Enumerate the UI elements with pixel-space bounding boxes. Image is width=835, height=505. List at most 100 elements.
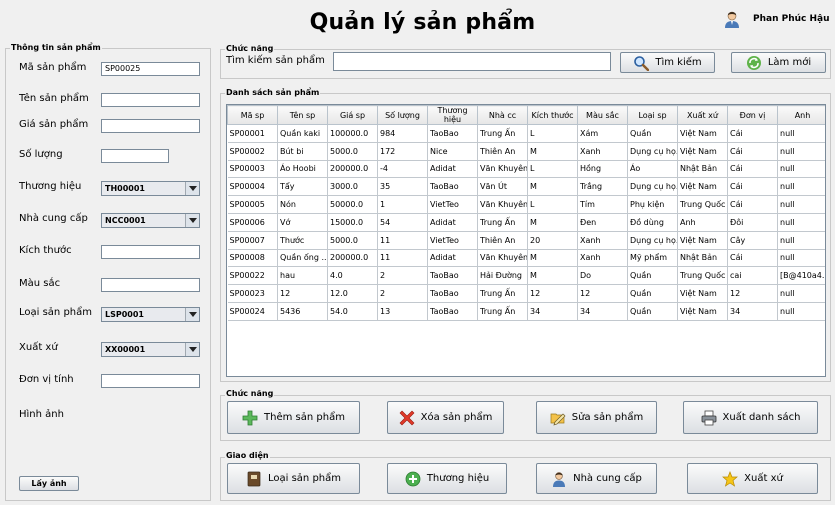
column-header[interactable]: Kích thước [527,105,578,125]
table-cell[interactable]: 35 [377,177,428,197]
kich-thuoc-field[interactable] [101,245,200,259]
table-cell[interactable]: Anh [677,213,728,232]
table-cell[interactable]: 3000.0 [327,177,378,197]
chevron-down-icon[interactable] [185,343,199,356]
table-cell[interactable]: SP00003 [227,160,278,179]
column-header[interactable]: Xuất xứ [677,105,728,125]
table-cell[interactable]: cai [727,266,778,286]
table-cell[interactable]: Đen [577,213,628,232]
table-cell[interactable]: Trung Ấn [477,124,528,143]
table-cell[interactable]: 2 [377,266,428,286]
table-cell[interactable]: 12 [727,284,778,303]
table-row[interactable]: SP00002 Bút bi 5000.0 172 Nice Thiên An M Xanh D… [227,142,825,161]
table-cell[interactable]: 13 [377,302,428,321]
table-cell[interactable]: TaoBao [427,266,478,286]
table-cell[interactable]: Trung Ấn [477,284,528,303]
table-cell[interactable]: 20 [527,231,578,250]
table-cell[interactable]: Do [577,266,628,286]
table-cell[interactable]: 5000.0 [327,142,378,161]
table-cell[interactable]: Quần [627,284,678,303]
table-cell[interactable]: Trung Ấn [477,302,528,321]
table-cell[interactable]: 50000.0 [327,195,378,214]
table-cell[interactable]: Adidat [427,160,478,179]
table-row[interactable]: SP00008 Quần ống ... 200000.0 11 Adidat Văn K… [227,249,825,268]
table-cell[interactable]: Dụng cụ họ... [627,231,678,250]
table-cell[interactable]: null [777,142,825,161]
table-cell[interactable]: null [777,160,825,179]
table-cell[interactable]: Thiên An [477,231,528,250]
table-cell[interactable]: SP00024 [227,302,278,321]
table-cell[interactable]: 200000.0 [327,160,378,179]
table-cell[interactable]: hau [277,266,328,286]
table-cell[interactable]: Tẩy [277,177,328,197]
table-cell[interactable]: Trung Ấn [477,213,528,232]
table-cell[interactable]: Thiên An [477,142,528,161]
table-row[interactable]: SP00005 Nón 50000.0 1 VietTeo Văn Khuyên L Tím P… [227,195,825,214]
table-row[interactable]: SP00023 12 12.0 2 TaoBao Trung Ấn 12 12 Quần Việt… [227,284,825,303]
table-cell[interactable]: M [527,213,578,232]
table-cell[interactable]: [B@410a4... [777,266,825,286]
table-cell[interactable]: Hồng [577,160,628,179]
table-cell[interactable]: SP00007 [227,231,278,250]
delete-product-button[interactable]: Xóa sản phẩm [387,401,504,434]
table-cell[interactable]: 34 [577,302,628,321]
table-cell[interactable]: TaoBao [427,284,478,303]
table-cell[interactable]: 34 [727,302,778,321]
table-row[interactable]: SP00007 Thước 5000.0 11 VietTeo Thiên An 20 Xan… [227,231,825,250]
table-cell[interactable]: Việt Nam [677,231,728,250]
table-cell[interactable]: TaoBao [427,177,478,197]
table-row[interactable]: SP00024 5436 54.0 13 TaoBao Trung Ấn 34 34 Quần V… [227,302,825,321]
refresh-button[interactable]: Làm mới [731,52,826,73]
table-cell[interactable]: Adidat [427,213,478,232]
table-cell[interactable]: null [777,302,825,321]
table-row[interactable]: SP00006 Vớ 15000.0 54 Adidat Trung Ấn M Đen Đồ d… [227,213,825,232]
table-cell[interactable]: Dụng cụ họ... [627,142,678,161]
table-cell[interactable]: SP00023 [227,284,278,303]
column-header[interactable]: Giá sp [327,105,378,125]
table-cell[interactable]: Trung Quốc [677,266,728,286]
table-cell[interactable]: 12 [527,284,578,303]
table-cell[interactable]: 100000.0 [327,124,378,143]
xuat-xu-select[interactable]: XX00001 [101,342,200,357]
table-cell[interactable]: 200000.0 [327,249,378,268]
origin-nav-button[interactable]: Xuất xứ [687,463,818,494]
table-cell[interactable]: Quần [627,124,678,143]
column-header[interactable]: Tên sp [277,105,328,125]
table-cell[interactable]: Xanh [577,142,628,161]
table-cell[interactable]: Vớ [277,213,328,232]
table-cell[interactable]: Thước [277,231,328,250]
table-cell[interactable]: Quần [627,266,678,286]
table-cell[interactable]: 2 [377,284,428,303]
get-image-button[interactable]: Lấy ảnh [19,476,79,491]
supplier-nav-button[interactable]: Nhà cung cấp [536,463,657,494]
category-nav-button[interactable]: Loại sản phẩm [227,463,360,494]
add-product-button[interactable]: Thêm sản phẩm [227,401,360,434]
table-cell[interactable]: null [777,195,825,214]
table-cell[interactable]: Xanh [577,231,628,250]
don-vi-field[interactable] [101,374,200,388]
table-cell[interactable]: Adidat [427,249,478,268]
column-header[interactable]: Nhà cc [477,105,528,125]
table-cell[interactable]: Cái [727,124,778,143]
table-cell[interactable]: null [777,213,825,232]
table-cell[interactable]: Việt Nam [677,177,728,197]
column-header[interactable]: Anh [777,105,825,125]
column-header[interactable]: Đơn vị [727,105,778,125]
table-row[interactable]: SP00001 Quần kaki 100000.0 984 TaoBao Trung Ấ… [227,124,825,143]
table-cell[interactable]: Trung Quốc [677,195,728,214]
table-cell[interactable]: Cây [727,231,778,250]
column-header[interactable]: Loại sp [627,105,678,125]
table-cell[interactable]: TaoBao [427,302,478,321]
table-cell[interactable]: Trắng [577,177,628,197]
table-cell[interactable]: Tím [577,195,628,214]
table-cell[interactable]: Văn Út [477,177,528,197]
table-cell[interactable]: L [527,195,578,214]
table-cell[interactable]: L [527,160,578,179]
table-cell[interactable]: 5436 [277,302,328,321]
table-cell[interactable]: SP00005 [227,195,278,214]
table-cell[interactable]: Cái [727,142,778,161]
table-cell[interactable]: Văn Khuyên [477,249,528,268]
table-cell[interactable]: 12.0 [327,284,378,303]
table-cell[interactable]: SP00002 [227,142,278,161]
brand-nav-button[interactable]: Thương hiệu [387,463,507,494]
